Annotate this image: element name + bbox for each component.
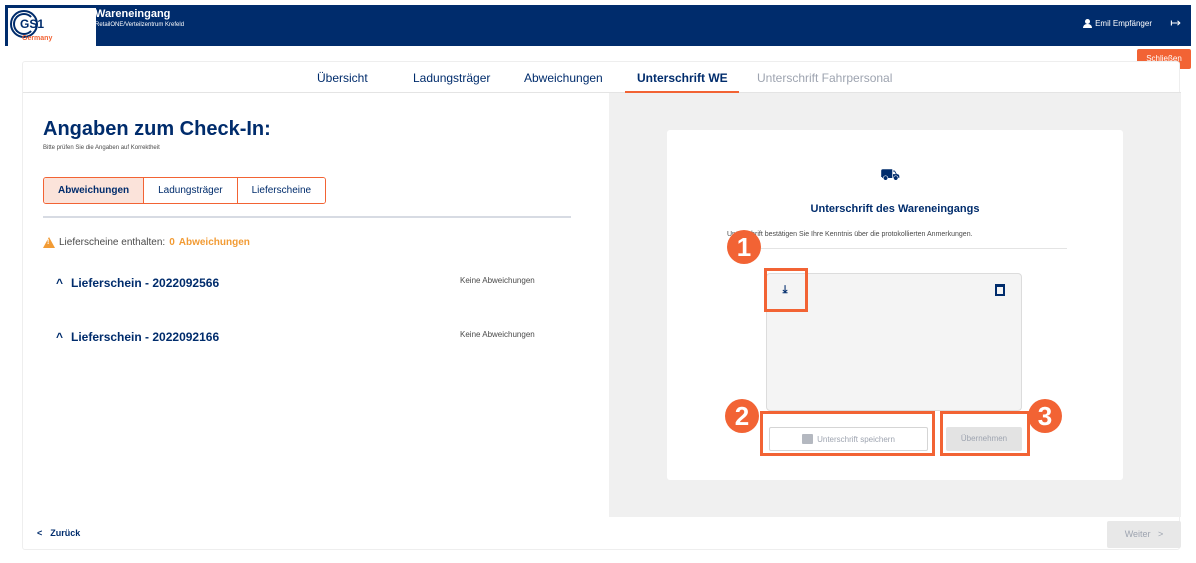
segment-lieferscheine[interactable]: Lieferscheine [237,178,326,203]
warning-icon [43,237,55,248]
lieferschein-label: Lieferschein - 2022092566 [71,276,220,290]
warning-summary: Lieferscheine enthalten: 0 Abweichungen [43,237,250,248]
segment-abweichungen[interactable]: Abweichungen [44,178,145,203]
next-button[interactable]: Weiter > [1107,521,1181,548]
user-menu[interactable]: Emil Empfänger [1082,19,1152,28]
truck-icon: ⛟ [880,167,901,184]
page-title: Angaben zum Check-In: [43,118,271,140]
lieferschein-status: Keine Abweichungen [460,276,535,285]
segment-control: Abweichungen Ladungsträger Lieferscheine [43,177,327,204]
app-subtitle: RetailONE/Verteilzentrum Krefeld [95,22,185,28]
next-label: Weiter [1124,529,1151,539]
signature-description: Unterschrift bestätigen Sie Ihre Kenntni… [727,231,973,238]
divider [43,216,571,218]
lieferschein-row[interactable]: ^ Lieferschein - 2022092566 [56,276,219,290]
gs1-logo: GS1 Germany [8,8,96,46]
chevron-up-icon: ^ [56,330,64,344]
app-title: Wareneingang [95,8,171,20]
tab-unterschrift-fahrpersonal[interactable]: Unterschrift Fahrpersonal [757,71,892,85]
chevron-right-icon: > [1153,529,1164,539]
divider [727,248,1067,249]
checkin-panel: Angaben zum Check-In: Bitte prüfen Sie d… [23,93,609,517]
tab-bar: Übersicht Ladungsträger Abweichungen Unt… [23,62,1181,93]
segment-ladungstraeger[interactable]: Ladungsträger [144,178,238,203]
back-link[interactable]: < Zurück [37,528,80,538]
callout-number-2: 2 [725,399,759,433]
tab-ladungstraeger[interactable]: Ladungsträger [413,71,490,85]
lieferschein-row[interactable]: ^ Lieferschein - 2022092166 [56,330,219,344]
user-icon [1082,19,1093,28]
page-subtitle: Bitte prüfen Sie die Angaben auf Korrekt… [43,145,160,151]
chevron-up-icon: ^ [56,276,64,290]
callout-number-1: 1 [727,230,761,264]
callout-box-3 [940,411,1030,456]
warning-count: 0 [169,237,175,248]
callout-box-1 [764,268,808,312]
back-label: Zurück [50,528,81,538]
top-bar: GS1 Germany Wareneingang RetailONE/Verte… [5,5,1191,46]
callout-number-3: 3 [1028,399,1062,433]
logout-icon[interactable]: ↦ [1170,15,1181,31]
tab-abweichungen[interactable]: Abweichungen [524,71,603,85]
callout-box-2 [760,411,935,456]
warning-label: Lieferscheine enthalten: [59,237,166,248]
signature-title: Unterschrift des Wareneingangs [810,203,980,215]
tab-uebersicht[interactable]: Übersicht [317,71,368,85]
chevron-left-icon: < [37,528,43,538]
warning-word: Abweichungen [178,237,250,248]
user-name: Emil Empfänger [1095,19,1152,28]
trash-icon[interactable] [995,284,1005,296]
tab-unterschrift-we[interactable]: Unterschrift WE [637,71,728,85]
lieferschein-status: Keine Abweichungen [460,330,535,339]
lieferschein-label: Lieferschein - 2022092166 [71,330,220,344]
main-card: Übersicht Ladungsträger Abweichungen Unt… [22,61,1181,550]
